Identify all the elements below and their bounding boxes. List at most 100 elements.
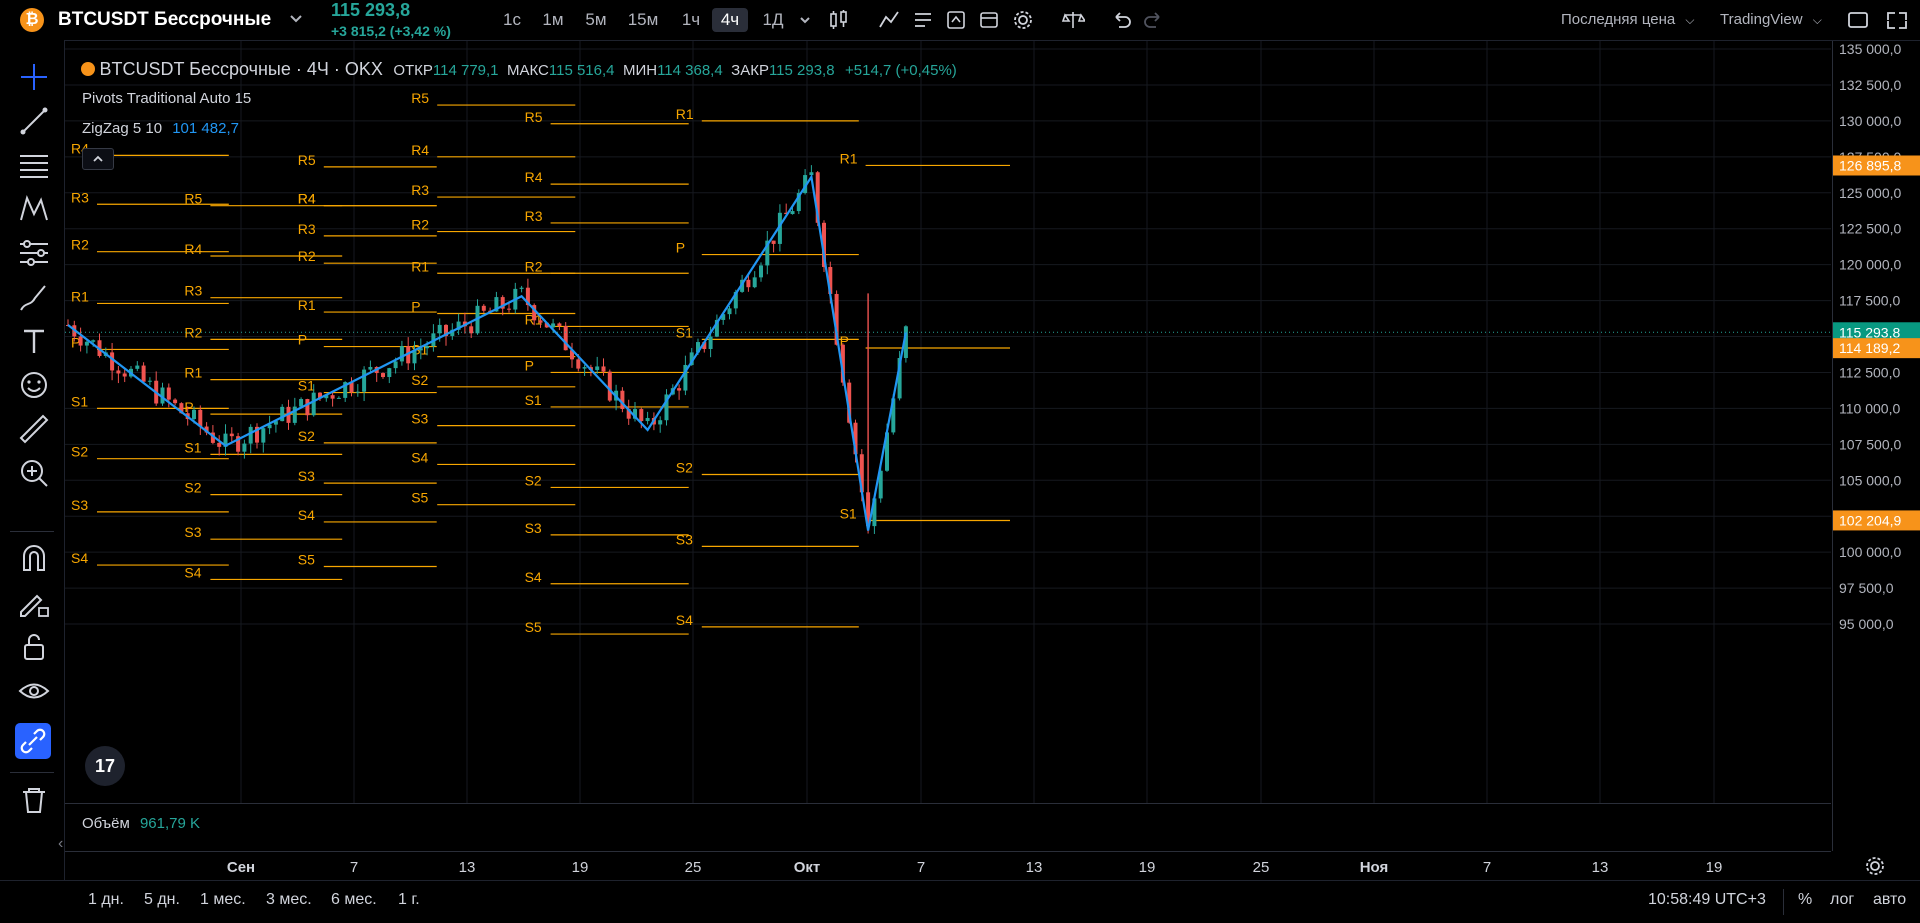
candle-body bbox=[381, 373, 385, 378]
header-change: +3 815,2 (+3,42 %) bbox=[331, 23, 451, 39]
pivot-label: R3 bbox=[298, 221, 316, 237]
pivot-label: S4 bbox=[71, 550, 88, 566]
toolbar-divider bbox=[10, 772, 54, 773]
price-tick-label: 117 500,0 bbox=[1839, 293, 1900, 309]
price-tick-label: 132 500,0 bbox=[1839, 77, 1901, 93]
candle-body bbox=[299, 399, 304, 407]
low-label: МИН bbox=[622, 62, 658, 79]
indicators-icon[interactable] bbox=[878, 9, 900, 36]
pivot-label: R2 bbox=[298, 248, 316, 264]
zoom-in-icon[interactable] bbox=[17, 456, 51, 490]
screenshot-camera-icon[interactable] bbox=[1886, 10, 1908, 35]
redo-icon[interactable] bbox=[1143, 9, 1165, 36]
alert-icon[interactable] bbox=[945, 9, 967, 36]
zigzag-indicator-legend[interactable]: ZigZag 5 10 101 482,7 bbox=[82, 120, 239, 137]
fullscreen-icon[interactable] bbox=[1847, 10, 1869, 35]
collapse-legend-button[interactable] bbox=[82, 148, 114, 170]
text-icon[interactable] bbox=[17, 324, 51, 358]
volume-value: 961,79 K bbox=[139, 815, 201, 832]
emoji-icon[interactable] bbox=[17, 368, 51, 402]
pivot-label: R1 bbox=[184, 365, 202, 381]
range-1y[interactable]: 1 г. bbox=[398, 891, 420, 909]
pivot-label: S5 bbox=[411, 490, 428, 506]
interval-1h[interactable]: 1ч bbox=[674, 8, 708, 32]
candle-body bbox=[91, 340, 96, 342]
pivot-label: S3 bbox=[525, 520, 542, 536]
pattern-icon[interactable] bbox=[17, 192, 51, 226]
price-tick-label: 112 500,0 bbox=[1839, 364, 1900, 380]
candle-body bbox=[192, 409, 196, 420]
crosshair-icon[interactable] bbox=[17, 60, 51, 94]
replay-icon[interactable] bbox=[978, 9, 1000, 36]
candle-body bbox=[425, 346, 430, 349]
open-value: 114 779,1 bbox=[432, 62, 499, 79]
pivot-label: S1 bbox=[184, 439, 201, 455]
candle-body bbox=[336, 397, 341, 399]
range-6m[interactable]: 6 мес. bbox=[331, 891, 377, 909]
price-scale[interactable]: 135 000,0132 500,0130 000,0127 500,0125 … bbox=[1832, 41, 1920, 851]
pivot-label: R2 bbox=[71, 237, 89, 253]
link-button[interactable] bbox=[15, 723, 51, 759]
theme-select[interactable]: TradingView ⌵ bbox=[1720, 8, 1822, 32]
auto-toggle[interactable]: авто bbox=[1873, 891, 1906, 909]
symbol-dropdown-icon[interactable] bbox=[288, 10, 304, 26]
price-tick-label: 135 000,0 bbox=[1839, 41, 1901, 57]
clock[interactable]: 10:58:49 UTC+3 bbox=[1648, 891, 1766, 909]
forecast-icon[interactable] bbox=[17, 236, 51, 270]
undo-icon[interactable] bbox=[1110, 9, 1132, 36]
top-toolbar: ₿ BTCUSDT Бессрочные 115 293,8 +3 815,2 … bbox=[0, 0, 1920, 41]
price-tick-label: 122 500,0 bbox=[1839, 221, 1901, 237]
trash-icon[interactable] bbox=[17, 783, 51, 817]
fib-icon[interactable] bbox=[17, 148, 51, 182]
trend-line-icon[interactable] bbox=[17, 104, 51, 138]
series-title: BTCUSDT Бессрочные · 4Ч · OKX bbox=[99, 59, 383, 79]
time-scale[interactable]: Сен 7 13 19 25 Окт 7 13 19 25 Ноя 7 13 19 bbox=[65, 851, 1831, 881]
chart-pane[interactable]: R4 R3 R2 R1 P S1 S2 S3 S4 R5 R4 R3 R2 R1 P S1 S2 S3 S4 R5 R4… bbox=[65, 41, 1831, 851]
tradingview-logo[interactable]: 17 bbox=[85, 746, 125, 786]
interval-1s[interactable]: 1с bbox=[496, 8, 528, 32]
brush-icon[interactable] bbox=[17, 280, 51, 314]
lock-icon[interactable] bbox=[17, 630, 51, 664]
candle-body bbox=[141, 365, 146, 382]
settings-gear-icon[interactable] bbox=[1012, 9, 1034, 36]
log-toggle[interactable]: лог bbox=[1830, 891, 1854, 909]
time-tick-label: 13 bbox=[1026, 859, 1043, 876]
interval-4h[interactable]: 4ч bbox=[712, 8, 748, 32]
candle-body bbox=[248, 426, 253, 444]
pivot-label: R1 bbox=[71, 288, 89, 304]
magnet-icon[interactable] bbox=[17, 542, 51, 576]
range-1d[interactable]: 1 дн. bbox=[88, 891, 124, 909]
eye-icon[interactable] bbox=[17, 674, 51, 708]
interval-1m[interactable]: 1м bbox=[537, 8, 569, 32]
range-1m[interactable]: 1 мес. bbox=[200, 891, 246, 909]
ruler-icon[interactable] bbox=[17, 412, 51, 446]
templates-icon[interactable] bbox=[912, 9, 934, 36]
candle-body bbox=[368, 366, 373, 370]
range-5d[interactable]: 5 дн. bbox=[144, 891, 180, 909]
toolbar-divider bbox=[10, 531, 54, 532]
price-type-select[interactable]: Последняя цена ⌵ bbox=[1561, 8, 1695, 32]
lock-draw-icon[interactable] bbox=[17, 586, 51, 620]
percent-toggle[interactable]: % bbox=[1798, 891, 1812, 909]
time-scale-svg[interactable]: Сен 7 13 19 25 Окт 7 13 19 25 Ноя 7 13 19 bbox=[65, 852, 1831, 881]
pivot-label: R4 bbox=[411, 142, 429, 158]
candle-body bbox=[362, 369, 367, 392]
interval-1d[interactable]: 1Д bbox=[756, 8, 790, 32]
low-value: 114 368,4 bbox=[657, 62, 723, 79]
pivot-label: R3 bbox=[525, 208, 543, 224]
pivot-label: S2 bbox=[298, 428, 315, 444]
chart-settings-icon[interactable] bbox=[1864, 855, 1886, 882]
symbol-name[interactable]: BTCUSDT Бессрочные bbox=[58, 8, 271, 32]
range-3m[interactable]: 3 мес. bbox=[266, 891, 312, 909]
price-chart[interactable]: R4 R3 R2 R1 P S1 S2 S3 S4 R5 R4 R3 R2 R1 P S1 S2 S3 S4 R5 R4… bbox=[65, 41, 1831, 851]
collapse-toolbar-icon[interactable]: ‹ bbox=[58, 835, 63, 853]
compare-scale-icon[interactable] bbox=[1061, 9, 1087, 36]
pivot-label: R5 bbox=[184, 191, 202, 207]
interval-5m[interactable]: 5м bbox=[580, 8, 612, 32]
price-scale-svg[interactable]: 135 000,0132 500,0130 000,0127 500,0125 … bbox=[1833, 41, 1920, 851]
pivots-indicator-legend[interactable]: Pivots Traditional Auto 15 bbox=[82, 90, 251, 107]
interval-dropdown-icon[interactable] bbox=[797, 12, 813, 33]
candle-body bbox=[110, 352, 115, 371]
interval-15m[interactable]: 15м bbox=[622, 8, 664, 32]
candles-icon[interactable] bbox=[828, 9, 850, 36]
